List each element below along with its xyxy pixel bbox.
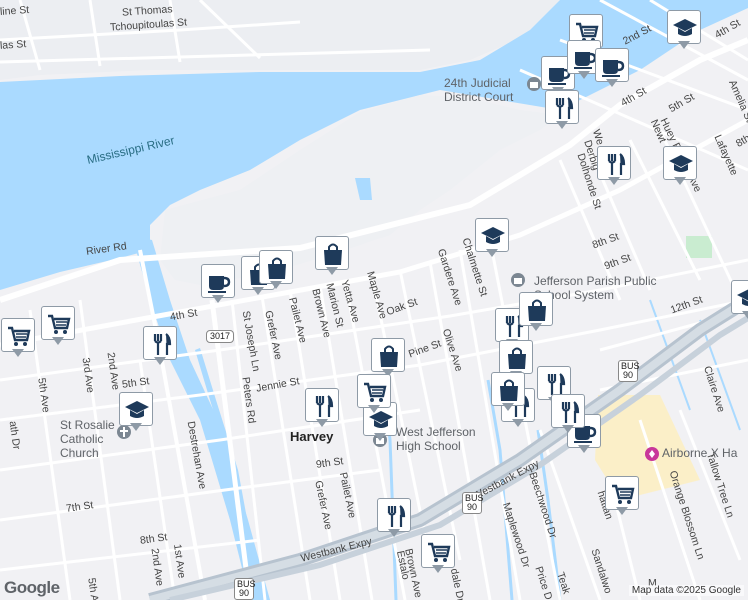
map-canvas[interactable]: Mississippi River Harvey 24th Judicial D…: [0, 0, 748, 600]
marker-box: [597, 146, 631, 180]
marker-box: [605, 476, 639, 510]
marker-tip: [678, 41, 690, 49]
marker-box: [475, 218, 509, 252]
marker-box: [377, 498, 411, 532]
bus-90-shield: BUS 90: [462, 492, 484, 514]
grocery-marker[interactable]: [0, 318, 38, 364]
marker-box: [667, 10, 701, 44]
marker-tip: [530, 323, 542, 331]
marker-box: [305, 388, 339, 422]
marker-box: [357, 374, 391, 408]
restaurant-marker[interactable]: [376, 498, 414, 544]
marker-box: [545, 90, 579, 124]
restaurant-marker[interactable]: [550, 394, 588, 440]
school-marker[interactable]: [666, 10, 704, 56]
school-marker[interactable]: [662, 146, 700, 192]
marker-tip: [578, 445, 590, 453]
marker-tip: [556, 121, 568, 129]
school-system-pin-icon[interactable]: [510, 272, 526, 288]
west-jefferson-hs-label: West Jefferson High School: [396, 425, 476, 453]
cafe-marker[interactable]: [594, 48, 632, 94]
marker-box: [119, 392, 153, 426]
shop-marker[interactable]: [518, 292, 556, 338]
marker-box: [41, 306, 75, 340]
marker-box: [315, 236, 349, 270]
marker-tip: [52, 337, 64, 345]
marker-tip: [562, 425, 574, 433]
map-attribution: Map data ©2025 Google: [628, 585, 744, 596]
google-logo: Google: [4, 578, 60, 597]
grocery-marker[interactable]: [40, 306, 78, 352]
marker-box: [201, 264, 235, 298]
bus-90-shield: BUS 90: [234, 578, 256, 600]
marker-box: [491, 372, 525, 406]
marker-tip: [608, 177, 620, 185]
marker-box: [595, 48, 629, 82]
marker-tip: [326, 267, 338, 275]
marker-tip: [674, 177, 686, 185]
marker-tip: [616, 507, 628, 515]
marker-box: [143, 326, 177, 360]
marker-box: [1, 318, 35, 352]
airborne-pin-icon[interactable]: [644, 446, 660, 462]
restaurant-marker[interactable]: [304, 388, 342, 434]
restaurant-marker[interactable]: [142, 326, 180, 372]
marker-box: [663, 146, 697, 180]
marker-tip: [502, 403, 514, 411]
marker-tip: [374, 433, 386, 441]
judicial-court-label: 24th Judicial District Court: [444, 76, 514, 104]
restaurant-marker[interactable]: [544, 90, 582, 136]
cafe-marker[interactable]: [200, 264, 238, 310]
marker-tip: [742, 311, 748, 319]
marker-tip: [578, 71, 590, 79]
bus-90-shield: BUS 90: [618, 360, 640, 382]
marker-tip: [368, 405, 380, 413]
marker-tip: [388, 529, 400, 537]
marker-box: [259, 250, 293, 284]
marker-tip: [12, 349, 24, 357]
marker-tip: [130, 423, 142, 431]
marker-box: [519, 292, 553, 326]
marker-tip: [212, 295, 224, 303]
line-st-label: line St: [0, 3, 30, 19]
las-st-label: las St: [0, 38, 27, 52]
school-marker[interactable]: [474, 218, 512, 264]
airborne-label: Airborne X Ha: [662, 446, 738, 460]
shop-marker[interactable]: [258, 250, 296, 296]
shop-marker[interactable]: [314, 236, 352, 282]
route-3017-shield: 3017: [206, 330, 235, 343]
shop-marker[interactable]: [490, 372, 528, 418]
marker-tip: [512, 419, 524, 427]
grocery-marker[interactable]: [356, 374, 394, 420]
marker-tip: [486, 249, 498, 257]
school-marker[interactable]: [730, 280, 748, 326]
school-marker[interactable]: [118, 392, 156, 438]
grocery-marker[interactable]: [604, 476, 642, 522]
marker-box: [421, 534, 455, 568]
marker-box: [731, 280, 748, 314]
marker-box: [371, 338, 405, 372]
restaurant-marker[interactable]: [596, 146, 634, 192]
marker-tip: [432, 565, 444, 573]
marker-tip: [606, 79, 618, 87]
marker-box: [499, 340, 533, 374]
grocery-marker[interactable]: [420, 534, 458, 580]
marker-box: [551, 394, 585, 428]
marker-tip: [316, 419, 328, 427]
marker-tip: [154, 357, 166, 365]
marker-tip: [270, 281, 282, 289]
